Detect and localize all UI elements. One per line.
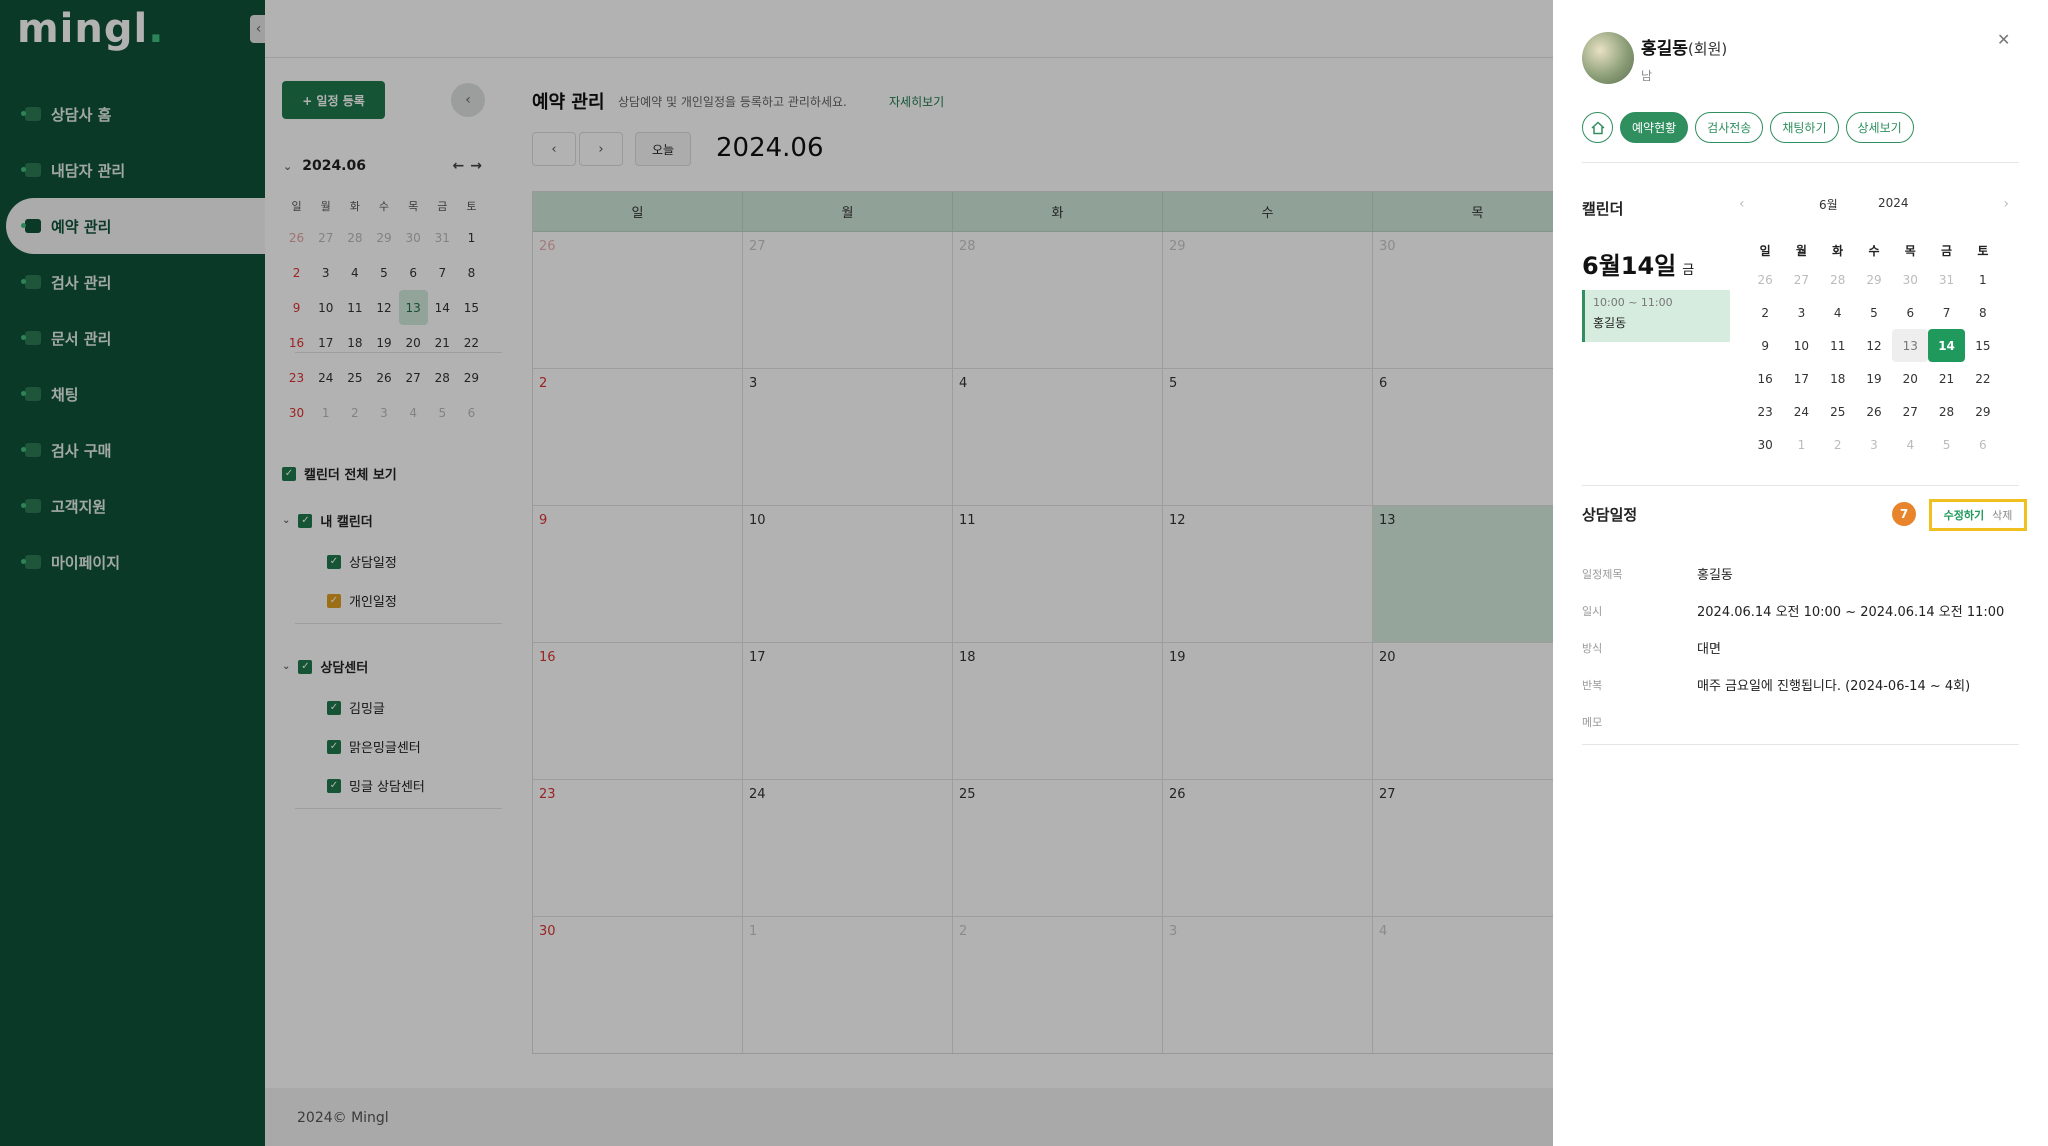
drawer-calendar-day[interactable]: 23 <box>1747 395 1783 428</box>
drawer-calendar-day[interactable]: 18 <box>1820 362 1856 395</box>
drawer-calendar-header: ‹ 6월 2024 › <box>1739 196 2009 216</box>
chevron-left-icon[interactable]: ‹ <box>1739 196 1745 212</box>
drawer-calendar-year[interactable]: 2024 <box>1878 196 1909 210</box>
drawer-calendar-day[interactable]: 2 <box>1747 296 1783 329</box>
edit-schedule-button[interactable]: 수정하기 <box>1944 507 1984 523</box>
detail-key: 반복 <box>1582 678 1603 692</box>
divider <box>1582 162 2019 163</box>
drawer-calendar-day[interactable]: 13 <box>1892 329 1929 362</box>
detail-value: 2024.06.14 오전 10:00 ~ 2024.06.14 오전 11:0… <box>1697 605 2005 620</box>
drawer-calendar-day[interactable]: 7 <box>1928 296 1964 329</box>
drawer-calendar-day[interactable]: 30 <box>1892 263 1928 296</box>
avatar <box>1582 32 1634 84</box>
modal-backdrop[interactable] <box>0 0 1553 1146</box>
drawer-calendar-day[interactable]: 27 <box>1783 263 1819 296</box>
drawer-calendar-day[interactable]: 1 <box>1783 428 1819 461</box>
event-name: 홍길동 <box>1593 316 1627 330</box>
drawer-calendar-day[interactable]: 29 <box>1856 263 1892 296</box>
chevron-right-icon[interactable]: › <box>2003 196 2009 212</box>
drawer-calendar-day[interactable]: 9 <box>1747 329 1783 362</box>
drawer-calendar-day[interactable]: 16 <box>1747 362 1783 395</box>
detail-value: 홍길동 <box>1697 568 1733 583</box>
weekday-label: 화 <box>1832 243 1844 258</box>
user-name: 홍길동(회원) <box>1641 39 1728 59</box>
drawer-calendar-day[interactable]: 11 <box>1820 329 1856 362</box>
weekday-label: 목 <box>1904 243 1916 258</box>
weekday-label: 금 <box>1941 243 1953 258</box>
drawer-calendar-day[interactable]: 24 <box>1783 395 1819 428</box>
drawer-calendar-day[interactable]: 15 <box>1965 329 2001 362</box>
detail-row: 메모 <box>1582 703 2019 740</box>
drawer-calendar-day[interactable]: 26 <box>1856 395 1892 428</box>
drawer-calendar-day[interactable]: 21 <box>1928 362 1964 395</box>
detail-value: 매주 금요일에 진행됩니다. (2024-06-14 ~ 4회) <box>1697 679 1971 694</box>
weekday-label: 월 <box>1795 243 1807 258</box>
drawer-calendar-day[interactable]: 4 <box>1892 428 1928 461</box>
detail-key: 일정제목 <box>1582 567 1623 581</box>
drawer-calendar-day[interactable]: 30 <box>1747 428 1783 461</box>
drawer-tabs: 예약현황 검사전송 채팅하기 상세보기 <box>1582 112 1921 143</box>
detail-row: 방식 대면 <box>1582 629 2019 666</box>
schedule-section-title: 상담일정 <box>1582 506 1638 524</box>
drawer-calendar-grid: 일 월 화 수 목 금 토 26 27 28 29 30 31 1 2 3 4 5 6 7 8 9 10 11 12 13 14 15… <box>1747 237 2001 461</box>
drawer-calendar-day[interactable]: 6 <box>1965 428 2001 461</box>
divider <box>1582 744 2019 745</box>
close-icon[interactable]: ✕ <box>1997 30 2010 49</box>
detail-row: 일정제목 홍길동 <box>1582 555 2019 592</box>
event-card[interactable]: 10:00 ~ 11:00 홍길동 <box>1582 290 1730 342</box>
drawer-calendar-day[interactable]: 17 <box>1783 362 1819 395</box>
drawer-calendar-day[interactable]: 14 <box>1928 329 1965 362</box>
detail-key: 방식 <box>1582 641 1603 655</box>
drawer-calendar-day[interactable]: 28 <box>1820 263 1856 296</box>
drawer-calendar-day[interactable]: 29 <box>1965 395 2001 428</box>
drawer-calendar-day[interactable]: 31 <box>1928 263 1964 296</box>
drawer-calendar-day[interactable]: 4 <box>1820 296 1856 329</box>
tab-list: 예약현황 검사전송 채팅하기 상세보기 <box>1620 112 1921 143</box>
drawer-calendar-day[interactable]: 25 <box>1820 395 1856 428</box>
drawer-calendar-month[interactable]: 6월 <box>1819 196 1838 213</box>
drawer-calendar-day[interactable]: 5 <box>1928 428 1964 461</box>
step-badge: 7 <box>1892 502 1916 526</box>
detail-row: 일시 2024.06.14 오전 10:00 ~ 2024.06.14 오전 11… <box>1582 592 2019 629</box>
user-gender: 남 <box>1641 69 1653 83</box>
drawer-calendar-day[interactable]: 28 <box>1928 395 1964 428</box>
selected-date: 6월14일 금 <box>1582 252 1695 280</box>
tab-1[interactable]: 검사전송 <box>1695 112 1764 143</box>
schedule-details: 일정제목 홍길동일시 2024.06.14 오전 10:00 ~ 2024.06.1… <box>1582 555 2019 740</box>
drawer-calendar-day[interactable]: 27 <box>1892 395 1928 428</box>
client-detail-drawer: 홍길동(회원) 남 ✕ 예약현황 검사전송 채팅하기 상세보기 캘린더 6월14일 금 … <box>1553 0 2048 1146</box>
detail-value: 대면 <box>1697 642 1721 657</box>
weekday-label: 토 <box>1977 243 1989 258</box>
tab-3[interactable]: 상세보기 <box>1845 112 1914 143</box>
detail-key: 일시 <box>1582 604 1603 618</box>
schedule-actions: 수정하기 삭제 <box>1929 499 2027 531</box>
detail-row: 반복 매주 금요일에 진행됩니다. (2024-06-14 ~ 4회) <box>1582 666 2019 703</box>
weekday-label: 일 <box>1759 243 1771 258</box>
delete-schedule-button[interactable]: 삭제 <box>1992 507 2012 523</box>
drawer-calendar-day[interactable]: 22 <box>1965 362 2001 395</box>
divider <box>1582 485 2019 486</box>
drawer-calendar-day[interactable]: 1 <box>1965 263 2001 296</box>
home-icon[interactable] <box>1582 112 1613 143</box>
calendar-section-title: 캘린더 <box>1582 200 1624 218</box>
drawer-calendar-day[interactable]: 3 <box>1783 296 1819 329</box>
drawer-calendar-day[interactable]: 3 <box>1856 428 1892 461</box>
drawer-calendar-day[interactable]: 10 <box>1783 329 1819 362</box>
drawer-calendar-day[interactable]: 26 <box>1747 263 1783 296</box>
drawer-calendar-day[interactable]: 12 <box>1856 329 1892 362</box>
drawer-calendar-day[interactable]: 6 <box>1892 296 1928 329</box>
event-time: 10:00 ~ 11:00 <box>1593 296 1673 309</box>
drawer-calendar-day[interactable]: 8 <box>1965 296 2001 329</box>
drawer-calendar-day[interactable]: 2 <box>1820 428 1856 461</box>
tab-0[interactable]: 예약현황 <box>1620 112 1689 143</box>
weekday-label: 수 <box>1868 243 1880 258</box>
tab-2[interactable]: 채팅하기 <box>1770 112 1839 143</box>
drawer-calendar-day[interactable]: 20 <box>1892 362 1928 395</box>
drawer-calendar-day[interactable]: 19 <box>1856 362 1892 395</box>
detail-key: 메모 <box>1582 715 1603 729</box>
drawer-calendar-day[interactable]: 5 <box>1856 296 1892 329</box>
